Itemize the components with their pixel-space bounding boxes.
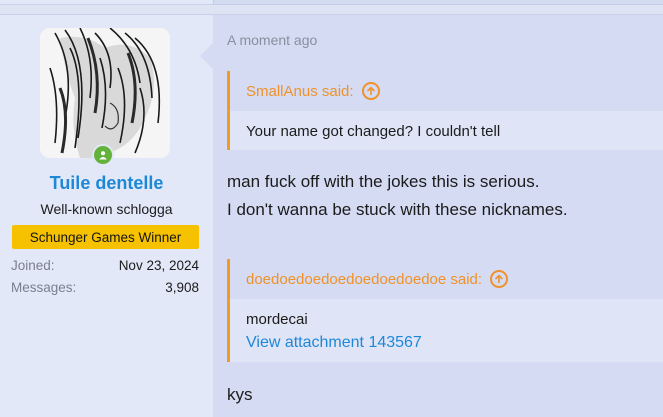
stat-label: Joined: bbox=[11, 258, 55, 273]
message-pointer-arrow bbox=[200, 42, 214, 70]
quote-author: SmallAnus said: bbox=[246, 82, 354, 100]
quote-block: SmallAnus said: Your name got changed? I… bbox=[227, 71, 663, 150]
quote-body: Your name got changed? I couldn't tell bbox=[230, 111, 663, 150]
stat-row-messages: Messages: 3,908 bbox=[11, 280, 199, 295]
avatar-image bbox=[40, 28, 170, 158]
online-status-icon bbox=[92, 144, 114, 166]
user-banner: Schunger Games Winner bbox=[12, 225, 199, 249]
stat-value: Nov 23, 2024 bbox=[118, 258, 199, 273]
post-timestamp[interactable]: A moment ago bbox=[227, 32, 317, 48]
attachment-link[interactable]: View attachment 143567 bbox=[246, 334, 647, 352]
previous-post-user-column bbox=[0, 0, 213, 5]
message-line: I don't wanna be stuck with these nickna… bbox=[227, 200, 568, 219]
quote-author: doedoedoedoedoedoedoedoe said: bbox=[246, 270, 483, 288]
message-line: man fuck off with the jokes this is seri… bbox=[227, 172, 540, 191]
post-message-column: A moment ago SmallAnus said: Your name g… bbox=[213, 15, 663, 417]
stat-label: Messages: bbox=[11, 280, 77, 295]
quote-header[interactable]: SmallAnus said: bbox=[230, 71, 663, 111]
previous-post-edge bbox=[0, 0, 663, 12]
arrow-up-circle-icon[interactable] bbox=[361, 82, 380, 100]
avatar[interactable] bbox=[40, 28, 170, 158]
quote-body: mordecai View attachment 143567 bbox=[230, 299, 663, 362]
user-title: Well-known schlogga bbox=[40, 201, 173, 217]
message-text: man fuck off with the jokes this is seri… bbox=[227, 168, 568, 224]
message-text: kys bbox=[227, 381, 253, 409]
stat-row-joined: Joined: Nov 23, 2024 bbox=[11, 258, 199, 273]
forum-post: Tuile dentelle Well-known schlogga Schun… bbox=[0, 14, 663, 417]
quote-text: Your name got changed? I couldn't tell bbox=[246, 123, 501, 140]
quote-text: mordecai bbox=[246, 311, 308, 328]
message-line: kys bbox=[227, 385, 253, 404]
username-link[interactable]: Tuile dentelle bbox=[0, 173, 213, 194]
quote-header[interactable]: doedoedoedoedoedoedoedoe said: bbox=[230, 259, 663, 299]
stat-value: 3,908 bbox=[165, 280, 199, 295]
post-user-column: Tuile dentelle Well-known schlogga Schun… bbox=[0, 15, 213, 417]
arrow-up-circle-icon[interactable] bbox=[490, 270, 509, 288]
quote-block: doedoedoedoedoedoedoedoe said: mordecai … bbox=[227, 259, 663, 362]
previous-post-message-column bbox=[213, 0, 663, 5]
